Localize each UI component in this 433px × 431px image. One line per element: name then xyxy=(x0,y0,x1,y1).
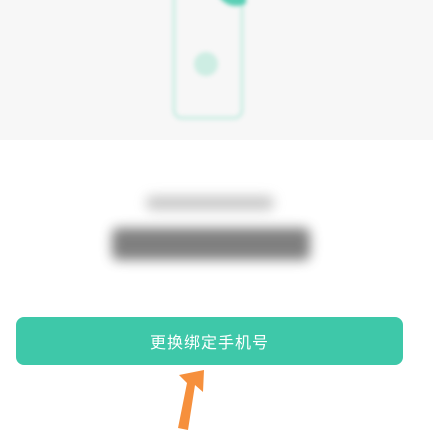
arrow-up-pointer-icon xyxy=(178,370,204,430)
change-bound-phone-label: 更换绑定手机号 xyxy=(149,333,269,352)
change-bound-phone-button[interactable]: 更换绑定手机号 xyxy=(16,317,403,365)
bound-phone-number xyxy=(112,228,310,260)
bound-phone-caption xyxy=(146,196,274,210)
phone-illustration-icon xyxy=(172,0,246,120)
